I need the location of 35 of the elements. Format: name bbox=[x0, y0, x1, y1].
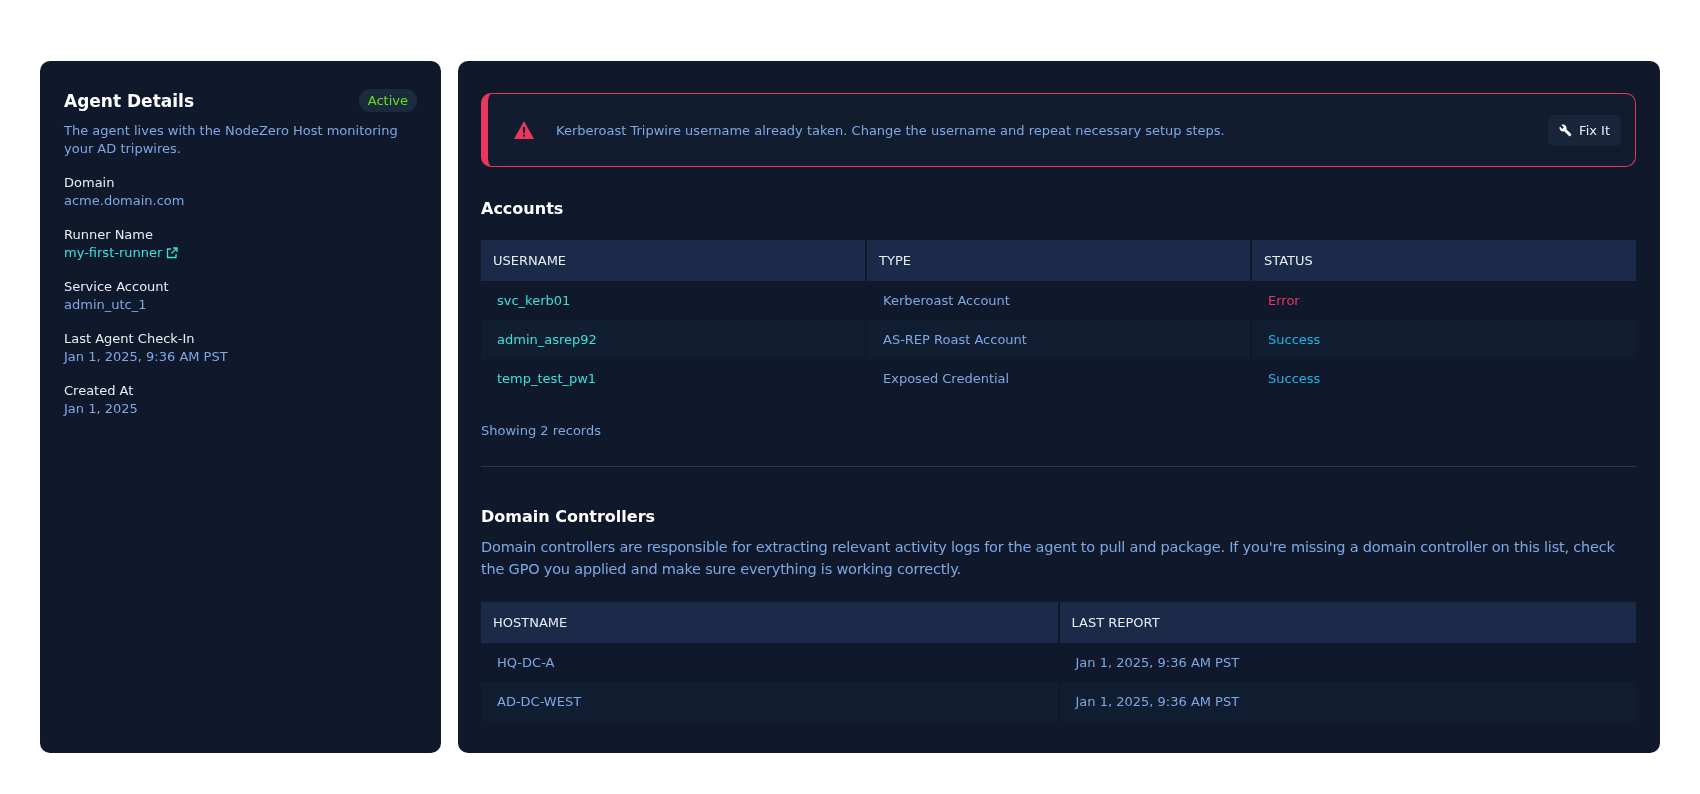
table-cell: AD-DC-WEST bbox=[481, 682, 1059, 721]
panel-description: The agent lives with the NodeZero Host monitoring your AD tripwires. bbox=[64, 122, 399, 158]
column-header: TYPE bbox=[866, 240, 1251, 281]
table-cell: Jan 1, 2025, 9:36 AM PST bbox=[1058, 682, 1636, 721]
table-cell: temp_test_pw1 bbox=[481, 359, 866, 398]
wrench-icon bbox=[1559, 123, 1573, 137]
field-value: Jan 1, 2025, 9:36 AM PST bbox=[64, 348, 228, 366]
field-label: Domain bbox=[64, 174, 115, 192]
fix-it-button[interactable]: Fix It bbox=[1548, 114, 1621, 146]
section-title: Accounts bbox=[481, 199, 565, 218]
field-label: Runner Name bbox=[64, 226, 153, 244]
panel-title: Agent Details bbox=[64, 90, 194, 111]
column-header: STATUS bbox=[1251, 240, 1636, 281]
field-value: Jan 1, 2025 bbox=[64, 400, 138, 418]
runner-link[interactable]: my-first-runner bbox=[64, 244, 179, 262]
field-value: admin_utc_1 bbox=[64, 296, 147, 314]
column-header: HOSTNAME bbox=[481, 602, 1059, 643]
warning-icon bbox=[514, 121, 534, 139]
field-label: Service Account bbox=[64, 278, 169, 296]
alert-message: Kerberoast Tripwire username already taken. Change the username and repeat necessary setup steps. bbox=[556, 122, 1226, 138]
records-count: Showing 2 records bbox=[481, 423, 602, 438]
table-cell: HQ-DC-A bbox=[481, 643, 1059, 682]
field-label: Last Agent Check-In bbox=[64, 330, 195, 348]
field-label: Created At bbox=[64, 382, 134, 400]
status-cell: Success bbox=[1251, 359, 1636, 398]
column-header: USERNAME bbox=[481, 240, 866, 281]
column-header: LAST REPORT bbox=[1058, 602, 1636, 643]
section-title: Domain Controllers bbox=[481, 507, 657, 526]
table-cell: svc_kerb01 bbox=[481, 281, 866, 320]
status-badge: Active bbox=[358, 89, 417, 112]
table-cell: Exposed Credential bbox=[866, 359, 1251, 398]
field-value: acme.domain.com bbox=[64, 192, 185, 210]
section-description: Domain controllers are responsible for extracting relevant activity logs for the agent to pull and package. If you're missing a domain controller on this list, check the GPO you applied and make sure everything is working correctly. bbox=[481, 538, 1616, 579]
external-link-icon bbox=[166, 247, 179, 259]
table-cell: admin_asrep92 bbox=[481, 320, 866, 359]
